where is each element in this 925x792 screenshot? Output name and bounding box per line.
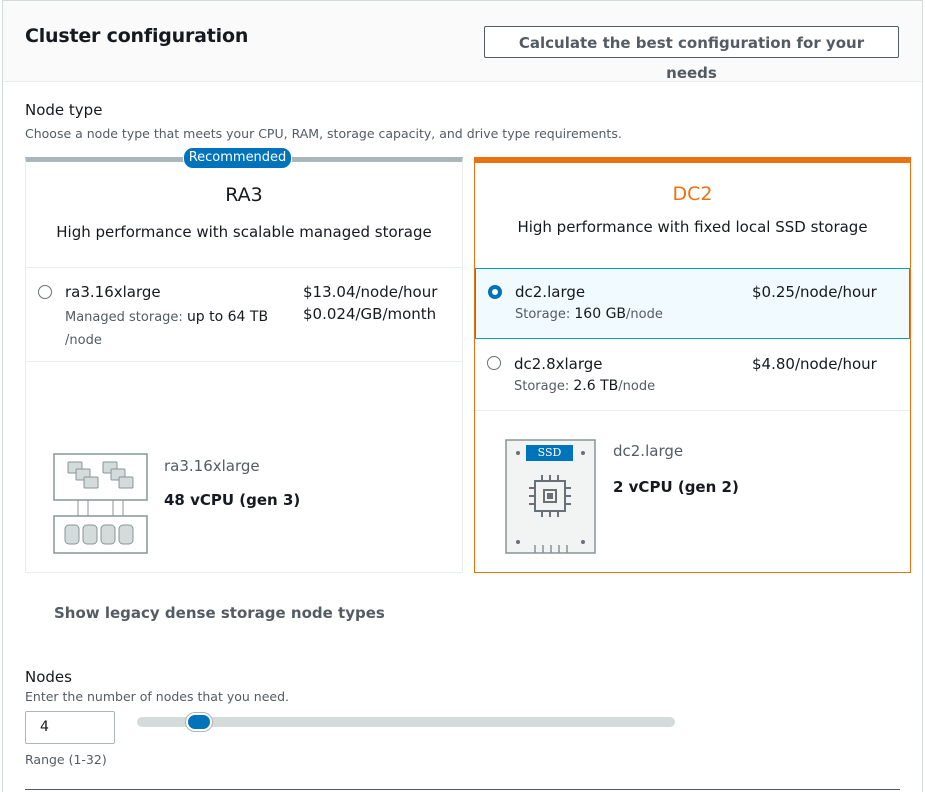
ra3-subtitle: High performance with scalable managed s… (56, 223, 432, 241)
meta-suffix: /node (618, 379, 656, 394)
nodes-slider-track[interactable] (137, 717, 675, 727)
meta-label: Storage: (515, 307, 571, 322)
meta-suffix: /node (626, 307, 663, 322)
nodes-slider-thumb[interactable] (186, 713, 212, 731)
nodes-description: Enter the number of nodes that you need. (25, 689, 289, 704)
meta-value: 160 GB (574, 306, 627, 322)
option-price-storage: $0.024/GB/month (303, 305, 437, 323)
dc2-spec-name: dc2.large (613, 442, 684, 460)
ra3-spec-value: 48 vCPU (gen 3) (164, 491, 301, 509)
dc2-title: DC2 (672, 183, 713, 205)
ra3-divider-bottom (26, 361, 462, 362)
ssd-label: SSD (537, 446, 562, 459)
option-storage-meta: Storage: 160 GB/node (515, 306, 663, 322)
option-price-hour: $4.80/node/hour (752, 355, 877, 373)
nodes-range: Range (1-32) (25, 752, 107, 767)
meta-label: Managed storage: (65, 310, 183, 325)
meta-label: Storage: (514, 379, 570, 394)
ra3-node-icon (53, 453, 148, 554)
ra3-spec-name: ra3.16xlarge (164, 457, 260, 475)
option-storage-meta: Storage: 2.6 TB/node (514, 378, 655, 394)
ra3-title: RA3 (225, 184, 263, 206)
legacy-node-types-toggle[interactable]: Show legacy dense storage node types (54, 604, 385, 622)
option-storage-meta: Managed storage: up to 64 TB/node (65, 306, 295, 352)
ra3-divider-top (26, 267, 462, 268)
dc2-large-option-selected[interactable] (475, 268, 910, 339)
dc2-8xlarge-radio[interactable] (487, 356, 501, 370)
node-type-label: Node type (25, 101, 103, 119)
recommended-badge: Recommended (183, 147, 292, 169)
dc2-divider (475, 410, 910, 411)
dc2-subtitle: High performance with fixed local SSD st… (517, 218, 868, 236)
calculate-config-button[interactable]: Calculate the best configuration for you… (484, 26, 899, 82)
nodes-label: Nodes (25, 668, 72, 686)
nodes-input[interactable]: 4 (25, 711, 115, 744)
dc2-large-radio[interactable] (488, 285, 502, 299)
section-divider (25, 789, 900, 790)
dc2-spec-value: 2 vCPU (gen 2) (613, 478, 739, 496)
page-title: Cluster configuration (25, 25, 249, 47)
option-name: dc2.8xlarge (514, 355, 603, 373)
option-price-hour: $13.04/node/hour (303, 283, 438, 301)
meta-value: 2.6 TB (573, 378, 619, 394)
meta-suffix: /node (65, 333, 102, 348)
meta-value: up to 64 TB (186, 309, 269, 325)
node-type-description: Choose a node type that meets your CPU, … (25, 126, 622, 141)
option-name: dc2.large (515, 283, 586, 301)
option-price-hour: $0.25/node/hour (752, 283, 877, 301)
ra3-16xlarge-radio[interactable] (38, 285, 52, 299)
option-name: ra3.16xlarge (65, 283, 161, 301)
